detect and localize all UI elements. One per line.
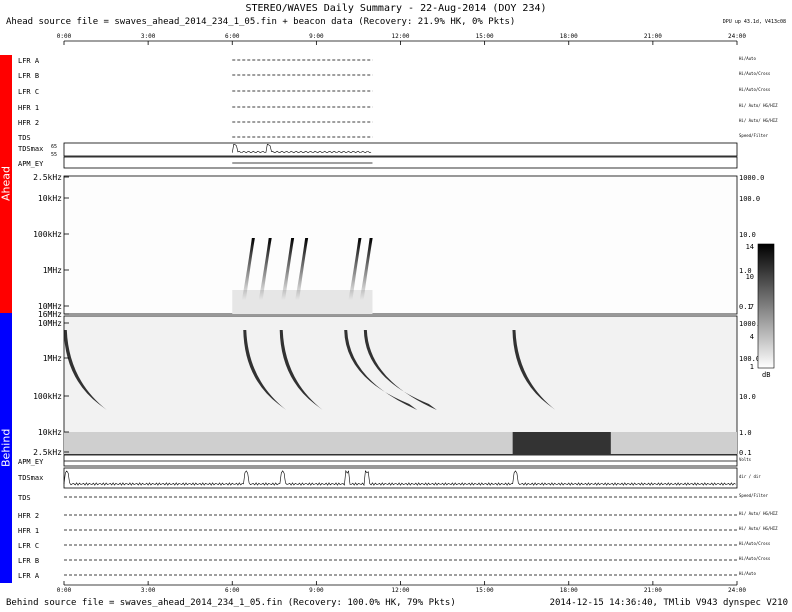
bottom-axis-tick-label: 0:00 (57, 587, 72, 594)
behind-row-mode-label: Hi/Auto/Cross (739, 541, 771, 546)
top-axis-tick-label: 9:00 (309, 33, 324, 40)
ahead-row-mode-label: Hi/Auto/Cross (739, 71, 771, 76)
tdsmax-tick: 65 (51, 144, 57, 150)
behind-row-mode-label: Speed/Filter (739, 493, 768, 498)
top-axis-tick-label: 15:00 (476, 33, 494, 40)
bottom-axis-tick-label: 9:00 (309, 587, 324, 594)
spectrogram-plot: 0:00 3:00 6:00 9:00 12:00 15:00 18:00 21:00 24:0… (33, 33, 778, 594)
ahead-tdsmax-trace (232, 143, 372, 154)
bottom-axis-tick-label: 12:00 (391, 587, 409, 594)
ahead-row-mode-label: Hi/Auto (739, 56, 756, 61)
tdsmax-tick: 55 (51, 152, 57, 158)
bottom-axis-tick-label: 15:00 (476, 587, 494, 594)
colorbar-tick-label: 4 (750, 333, 754, 341)
top-axis-tick-label: 18:00 (560, 33, 578, 40)
colorbar (757, 243, 775, 369)
behind-row-mode-label: dir / dir (739, 474, 761, 479)
ahead-tdsmax-box (63, 142, 738, 157)
colorbar-tick-label: 14 (746, 243, 754, 251)
top-axis-tick-label: 0:00 (57, 33, 72, 40)
ahead-y-tick-label: 16MHz (38, 310, 62, 319)
behind-noise-band (512, 432, 611, 454)
top-axis-tick-label: 21:00 (644, 33, 662, 40)
ahead-right-axis-label: 10.0 (739, 231, 756, 239)
top-axis-tick-label: 24:00 (728, 33, 746, 40)
behind-y-tick-label: 10kHz (38, 428, 62, 437)
behind-tdsmax-trace (63, 469, 736, 487)
behind-y-tick-label: 10MHz (38, 319, 62, 328)
ahead-y-tick-label: 2.5kHz (33, 173, 62, 182)
summary-page: STEREO/WAVES Daily Summary - 22-Aug-2014… (0, 0, 792, 612)
top-axis-tick-label: 3:00 (141, 33, 156, 40)
colorbar-unit-label: dB (762, 371, 770, 379)
bottom-axis-tick-label: 3:00 (141, 587, 156, 594)
ahead-apm-box (63, 156, 738, 169)
bottom-axis-tick-label: 18:00 (560, 587, 578, 594)
colorbar-tick-label: 7 (750, 303, 754, 311)
ahead-row-mode-label: Hi/ Auto/ HG/HIZ (739, 118, 778, 123)
behind-row-mode-label: Hi/Auto (739, 571, 756, 576)
ahead-row-mode-label: Hi/Auto/Cross (739, 87, 771, 92)
behind-row-mode-label: Hi/ Auto/ HG/HIZ (739, 526, 778, 531)
behind-right-axis-label: 100.0 (739, 355, 760, 363)
behind-apm-box (63, 454, 738, 467)
behind-right-axis-label: 10.0 (739, 393, 756, 401)
behind-row-mode-label: Hi/Auto/Cross (739, 556, 771, 561)
behind-right-axis-label: 0.1 (739, 449, 752, 457)
ahead-y-tick-label: 100kHz (33, 230, 62, 239)
ahead-right-axis-label: 1000.0 (739, 174, 764, 182)
bottom-axis-tick-label: 6:00 (225, 587, 240, 594)
ahead-y-tick-label: 1MHz (43, 266, 62, 275)
behind-low-band (64, 432, 737, 454)
behind-right-axis-label: 1.0 (739, 429, 752, 437)
ahead-row-mode-label: Speed/Filter (739, 133, 768, 138)
bottom-axis-tick-label: 24:00 (728, 587, 746, 594)
top-axis-tick-label: 12:00 (391, 33, 409, 40)
behind-y-tick-label: 100kHz (33, 392, 62, 401)
ahead-right-axis-label: 100.0 (739, 195, 760, 203)
behind-row-mode-label: Volts (739, 457, 752, 462)
colorbar-tick-label: 10 (746, 273, 754, 281)
colorbar-tick-label: 1 (750, 363, 754, 371)
behind-row-mode-label: Hi/ Auto/ HG/HIZ (739, 511, 778, 516)
bottom-axis-tick-label: 21:00 (644, 587, 662, 594)
behind-y-tick-label: 1MHz (43, 354, 62, 363)
behind-y-tick-label: 2.5kHz (33, 448, 62, 457)
behind-source-line: Behind source file = swaves_ahead_2014_2… (6, 598, 456, 608)
ahead-spectrogram-panel (63, 175, 738, 315)
ahead-row-mode-label: Hi/ Auto/ HG/HIZ (739, 103, 778, 108)
ahead-y-tick-label: 10kHz (38, 194, 62, 203)
top-axis-tick-label: 6:00 (225, 33, 240, 40)
footer-stamp: 2014-12-15 14:36:40, TMlib V943 dynspec … (549, 598, 788, 608)
